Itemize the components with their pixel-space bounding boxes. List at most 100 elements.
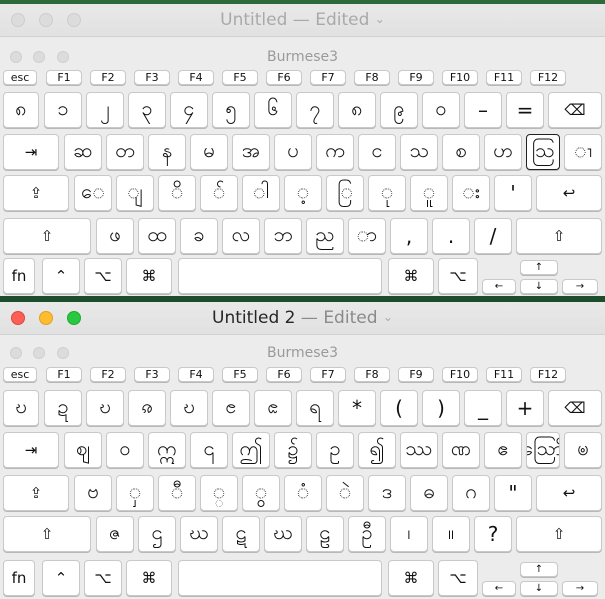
- f1-key[interactable]: F1: [46, 70, 82, 85]
- left-shift-key[interactable]: ⇧: [3, 516, 91, 552]
- right-shift-key[interactable]: ⇧: [516, 218, 602, 254]
- character-key[interactable]: မ: [190, 134, 228, 170]
- character-key[interactable]: ာ: [348, 218, 386, 254]
- character-key[interactable]: ီ: [158, 475, 196, 511]
- character-key[interactable]: /: [474, 218, 512, 254]
- character-key[interactable]: ၆: [254, 92, 292, 128]
- chevron-down-icon[interactable]: ⌄: [383, 310, 393, 324]
- character-key[interactable]: ၃: [128, 92, 166, 128]
- character-key[interactable]: ခ: [180, 218, 218, 254]
- f9-key[interactable]: F9: [398, 70, 434, 85]
- character-key[interactable]: စ: [442, 134, 480, 170]
- right-option-key[interactable]: ⌥: [438, 560, 478, 596]
- fn-key[interactable]: fn: [3, 258, 35, 294]
- f8-key[interactable]: F8: [354, 367, 390, 382]
- character-key[interactable]: ဧ: [484, 432, 522, 468]
- character-key[interactable]: ဏ: [442, 432, 480, 468]
- f8-key[interactable]: F8: [354, 70, 390, 85]
- character-key[interactable]: ဓ: [410, 475, 448, 511]
- character-key[interactable]: ၷ: [128, 390, 166, 426]
- f7-key[interactable]: F7: [310, 70, 346, 85]
- character-key[interactable]: ဂ: [452, 475, 490, 511]
- character-key[interactable]: ဋ: [222, 516, 260, 552]
- f11-key[interactable]: F11: [486, 70, 522, 85]
- character-key[interactable]: င: [358, 134, 396, 170]
- character-key[interactable]: ဲ: [326, 475, 364, 511]
- character-key[interactable]: ၌: [274, 432, 312, 468]
- tab-key[interactable]: ⇥: [3, 432, 59, 468]
- character-key[interactable]: ၕ: [254, 390, 292, 426]
- character-key[interactable]: *: [338, 390, 376, 426]
- character-key[interactable]: ဝ: [106, 432, 144, 468]
- character-key[interactable]: ၔ: [212, 390, 250, 426]
- character-key[interactable]: ၅: [212, 92, 250, 128]
- character-key[interactable]: လ: [222, 218, 260, 254]
- character-key[interactable]: ): [422, 390, 460, 426]
- character-key[interactable]: ၂: [86, 92, 124, 128]
- character-key[interactable]: ဈ: [64, 432, 102, 468]
- f12-key[interactable]: F12: [530, 70, 566, 85]
- arrow-up-key[interactable]: ↑: [520, 260, 558, 275]
- f4-key[interactable]: F4: [178, 70, 214, 85]
- character-key[interactable]: .: [432, 218, 470, 254]
- character-key[interactable]: ျ: [116, 175, 154, 211]
- character-key[interactable]: ": [494, 475, 532, 511]
- character-key[interactable]: ဣ: [148, 432, 186, 468]
- chevron-down-icon[interactable]: ⌄: [375, 12, 385, 26]
- character-key[interactable]: ': [494, 175, 532, 211]
- character-key[interactable]: ဌ: [138, 516, 176, 552]
- f2-key[interactable]: F2: [90, 70, 126, 85]
- character-key[interactable]: ဇ: [96, 516, 134, 552]
- character-key[interactable]: ၀: [422, 92, 460, 128]
- character-key[interactable]: =: [506, 92, 544, 128]
- delete-key[interactable]: ⌫: [548, 390, 602, 426]
- caps-lock-key[interactable]: ⇪: [3, 175, 69, 211]
- f4-key[interactable]: F4: [178, 367, 214, 382]
- character-key[interactable]: ဍ: [44, 390, 82, 426]
- character-key[interactable]: ဎ: [86, 390, 124, 426]
- title-bar[interactable]: Untitled 2 — Edited ⌄: [0, 302, 605, 335]
- character-key[interactable]: ဦ: [348, 516, 386, 552]
- character-key[interactable]: ဎ: [170, 390, 208, 426]
- character-key[interactable]: ၇: [296, 92, 334, 128]
- character-key[interactable]: ၈: [338, 92, 376, 128]
- f5-key[interactable]: F5: [222, 367, 258, 382]
- character-key[interactable]: ဟ: [484, 134, 522, 170]
- character-key[interactable]: ၉: [380, 92, 418, 128]
- character-key[interactable]: း: [452, 175, 490, 211]
- character-key[interactable]: ထ: [138, 218, 176, 254]
- arrow-left-key[interactable]: ←: [482, 279, 516, 294]
- arrow-right-key[interactable]: →: [562, 581, 598, 596]
- escape-key[interactable]: esc: [3, 70, 37, 85]
- character-key[interactable]: အ: [232, 134, 270, 170]
- right-command-key[interactable]: ⌘: [388, 258, 434, 294]
- command-key[interactable]: ⌘: [126, 560, 172, 596]
- left-shift-key[interactable]: ⇧: [3, 218, 91, 254]
- f1-key[interactable]: F1: [46, 367, 82, 382]
- arrow-up-key[interactable]: ↑: [520, 562, 558, 577]
- arrow-left-key[interactable]: ←: [482, 581, 516, 596]
- character-key[interactable]: ဃ: [264, 516, 302, 552]
- character-key[interactable]: ၎: [190, 432, 228, 468]
- f5-key[interactable]: F5: [222, 70, 258, 85]
- character-key[interactable]: ု: [368, 175, 406, 211]
- arrow-down-key[interactable]: ↓: [520, 581, 558, 596]
- character-key[interactable]: ္: [200, 475, 238, 511]
- character-key[interactable]: ြ: [326, 175, 364, 211]
- f11-key[interactable]: F11: [486, 367, 522, 382]
- right-command-key[interactable]: ⌘: [388, 560, 434, 596]
- character-key[interactable]: ဆ: [64, 134, 102, 170]
- character-key[interactable]: ၁: [44, 92, 82, 128]
- arrow-right-key[interactable]: →: [562, 279, 598, 294]
- character-key[interactable]: ှ: [116, 475, 154, 511]
- escape-key[interactable]: esc: [3, 367, 37, 382]
- character-key[interactable]: ွ: [242, 475, 280, 511]
- control-key[interactable]: ⌃: [42, 258, 80, 294]
- command-key[interactable]: ⌘: [126, 258, 172, 294]
- character-key[interactable]: ံ: [284, 475, 322, 511]
- character-key[interactable]: ဃ: [180, 516, 218, 552]
- character-key[interactable]: ရ: [296, 390, 334, 426]
- f3-key[interactable]: F3: [134, 70, 170, 85]
- return-key[interactable]: ↩: [536, 175, 602, 211]
- character-key[interactable]: ိ: [158, 175, 196, 211]
